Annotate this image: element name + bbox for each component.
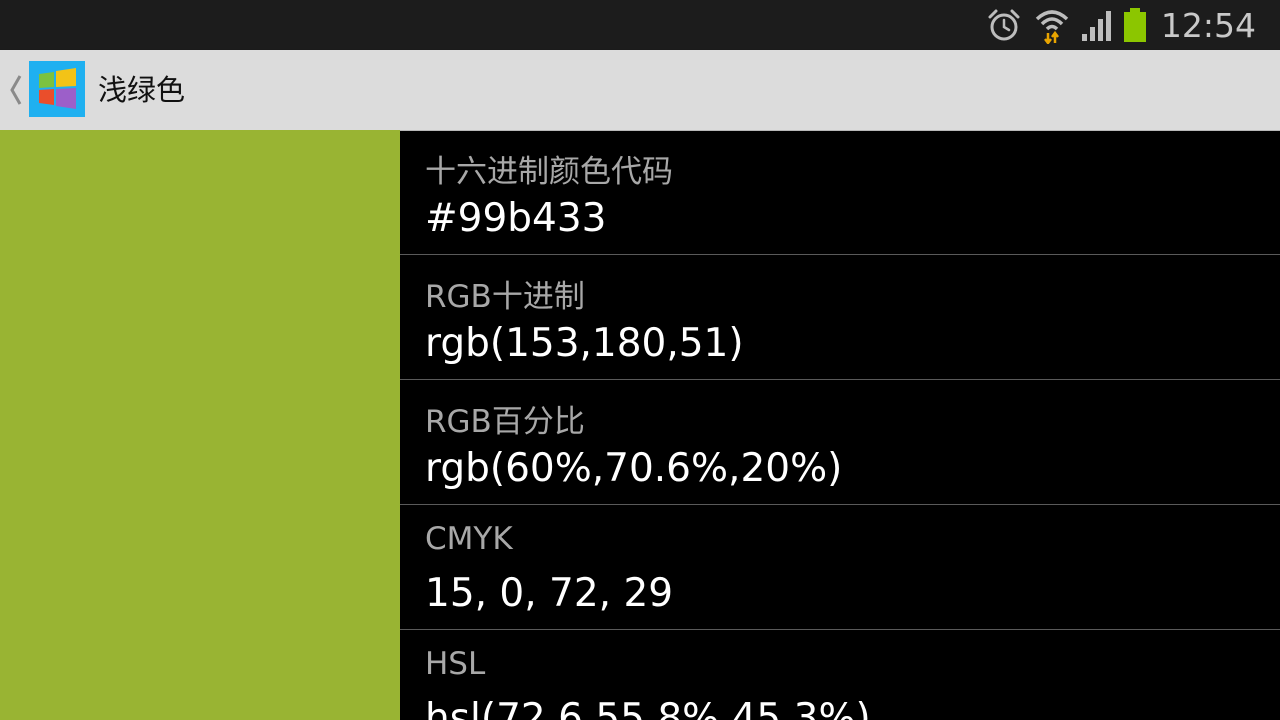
status-clock: 12:54 — [1160, 5, 1256, 45]
action-bar: 浅绿色 — [0, 50, 1280, 131]
list-item-value: 15, 0, 72, 29 — [425, 571, 674, 616]
status-icons: 12:54 — [987, 0, 1256, 50]
color-info-list: 十六进制颜色代码 #99b433 RGB十进制 rgb(153,180,51) … — [400, 130, 1280, 720]
list-item-rgb-decimal[interactable]: RGB十进制 rgb(153,180,51) — [400, 255, 1280, 380]
screen: 12:54 浅绿色 十六进制颜色代码 #99b433 RGB十进制 rgb(15… — [0, 0, 1280, 720]
list-item-value: rgb(153,180,51) — [425, 321, 744, 366]
list-item-label: 十六进制颜色代码 — [425, 154, 673, 190]
page-title: 浅绿色 — [98, 73, 186, 107]
list-item-label: HSL — [425, 646, 486, 682]
back-chevron-icon[interactable] — [6, 72, 24, 108]
status-bar: 12:54 — [0, 0, 1280, 50]
list-item-value: #99b433 — [425, 196, 607, 241]
list-item-label: CMYK — [425, 521, 513, 557]
battery-icon — [1123, 7, 1147, 43]
list-item-label: RGB百分比 — [425, 404, 585, 440]
list-item-label: RGB十进制 — [425, 279, 585, 315]
list-item-cmyk[interactable]: CMYK 15, 0, 72, 29 — [400, 505, 1280, 630]
list-item-rgb-percent[interactable]: RGB百分比 rgb(60%,70.6%,20%) — [400, 380, 1280, 505]
windows-logo-icon[interactable] — [29, 61, 85, 117]
list-item-value: hsl(72.6,55.8%,45.3%) — [425, 696, 871, 720]
signal-icon — [1081, 8, 1113, 42]
list-item-hex[interactable]: 十六进制颜色代码 #99b433 — [400, 130, 1280, 255]
alarm-icon — [987, 8, 1021, 42]
wifi-icon — [1035, 6, 1069, 44]
list-item-value: rgb(60%,70.6%,20%) — [425, 446, 843, 491]
list-item-hsl[interactable]: HSL hsl(72.6,55.8%,45.3%) — [400, 630, 1280, 720]
color-swatch — [0, 130, 400, 720]
